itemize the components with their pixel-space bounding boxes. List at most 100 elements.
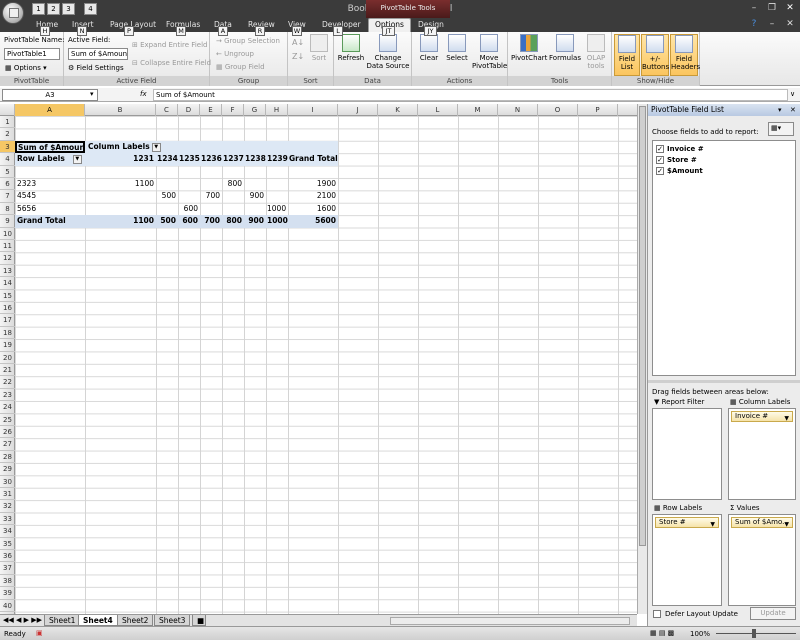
- field-name[interactable]: Store #: [667, 156, 697, 164]
- filter-dropdown-icon[interactable]: ▼: [151, 142, 161, 152]
- row-header[interactable]: 19: [0, 339, 15, 352]
- column-header[interactable]: P: [578, 104, 618, 116]
- column-header[interactable]: A: [15, 104, 85, 116]
- vertical-scrollbar[interactable]: [637, 104, 647, 614]
- clear-button[interactable]: Clear: [416, 34, 442, 62]
- row-header[interactable]: 6: [0, 178, 15, 191]
- row-header[interactable]: 10: [0, 228, 15, 240]
- zoom-slider-thumb[interactable]: [752, 629, 756, 638]
- row-total-cell[interactable]: 1900: [289, 178, 338, 190]
- column-total-cell[interactable]: 800: [223, 215, 244, 227]
- value-cell[interactable]: [179, 178, 200, 190]
- field-settings-button[interactable]: ⚙ Field Settings: [68, 64, 124, 72]
- row-header[interactable]: 1: [0, 116, 15, 129]
- office-button[interactable]: [2, 2, 24, 24]
- olap-tools-button[interactable]: OLAP tools: [582, 34, 610, 70]
- zoom-slider[interactable]: [716, 633, 796, 634]
- row-header[interactable]: 25: [0, 414, 15, 426]
- row-header[interactable]: 24: [0, 401, 15, 414]
- column-header[interactable]: E: [200, 104, 222, 116]
- ribbon-minimize-icon[interactable]: –: [764, 18, 780, 30]
- row-label[interactable]: 5656: [15, 203, 85, 215]
- row-header[interactable]: 31: [0, 488, 15, 501]
- column-header[interactable]: D: [178, 104, 200, 116]
- sheet-nav-icon[interactable]: ◀◀ ◀ ▶ ▶▶: [3, 616, 42, 624]
- row-header[interactable]: 39: [0, 587, 15, 600]
- sheet-tab[interactable]: Sheet2: [117, 615, 154, 626]
- column-key[interactable]: 1231: [86, 153, 156, 165]
- column-field-pill[interactable]: Invoice # ▼: [731, 411, 793, 422]
- pivottable-options-button[interactable]: ▦ Options ▾: [5, 64, 47, 72]
- values-field-pill[interactable]: Sum of $Amo... ▼: [731, 517, 793, 528]
- column-header[interactable]: K: [378, 104, 418, 116]
- update-button[interactable]: Update: [750, 607, 796, 620]
- help-icon[interactable]: ?: [746, 18, 762, 30]
- row-header[interactable]: 8: [0, 203, 15, 216]
- select-all-corner[interactable]: [0, 104, 15, 116]
- row-header[interactable]: 2: [0, 128, 15, 141]
- value-cell[interactable]: 500: [157, 190, 178, 202]
- column-total-cell[interactable]: 700: [201, 215, 222, 227]
- row-header[interactable]: 36: [0, 550, 15, 563]
- pivottable-name-input[interactable]: PivotTable1: [4, 48, 60, 60]
- values-area[interactable]: Sum of $Amo... ▼: [728, 514, 796, 606]
- row-total-cell[interactable]: 1600: [289, 203, 338, 215]
- column-key[interactable]: 1236: [201, 153, 222, 165]
- expand-formula-icon[interactable]: ∨: [790, 90, 795, 98]
- row-label[interactable]: 2323: [15, 178, 85, 190]
- value-cell[interactable]: [157, 178, 178, 190]
- value-cell[interactable]: [201, 178, 222, 190]
- pane-splitter[interactable]: [648, 380, 800, 383]
- insert-function-button[interactable]: fx: [140, 90, 147, 98]
- view-normal-icon[interactable]: ▦ ▤ ▩: [650, 629, 674, 637]
- column-header[interactable]: M: [458, 104, 498, 116]
- column-header[interactable]: F: [222, 104, 244, 116]
- namebox-dropdown-icon[interactable]: ▾: [90, 90, 94, 98]
- column-key[interactable]: 1239: [267, 153, 288, 165]
- column-key[interactable]: 1238: [245, 153, 266, 165]
- row-header[interactable]: 5: [0, 166, 15, 178]
- value-cell[interactable]: 900: [245, 190, 266, 202]
- value-cell[interactable]: [201, 203, 222, 215]
- column-key[interactable]: 1234: [157, 153, 178, 165]
- defer-layout-checkbox[interactable]: [653, 610, 661, 618]
- row-header[interactable]: 33: [0, 513, 15, 526]
- sort-za-icon[interactable]: Z↓: [292, 52, 304, 61]
- column-header[interactable]: I: [288, 104, 338, 116]
- row-header[interactable]: 35: [0, 538, 15, 550]
- ungroup-button[interactable]: ← Ungroup: [216, 50, 254, 58]
- report-filter-area[interactable]: [652, 408, 722, 500]
- pivot-data-header[interactable]: Sum of $Amount: [15, 141, 85, 153]
- row-header[interactable]: 18: [0, 327, 15, 340]
- grand-total-label[interactable]: Grand Total: [15, 215, 85, 227]
- column-total-cell[interactable]: 1000: [267, 215, 288, 227]
- row-header[interactable]: 17: [0, 314, 15, 327]
- scroll-thumb[interactable]: [639, 106, 646, 546]
- worksheet-grid[interactable]: A B C D E F G H I J K L M N O P 12345678…: [0, 104, 637, 614]
- zoom-level[interactable]: 100%: [690, 630, 710, 638]
- field-name[interactable]: $Amount: [667, 167, 703, 175]
- row-header[interactable]: 7: [0, 190, 15, 203]
- row-header[interactable]: 12: [0, 252, 15, 265]
- column-key[interactable]: 1235: [179, 153, 200, 165]
- sort-button[interactable]: Sort: [308, 34, 330, 62]
- value-cell[interactable]: [245, 203, 266, 215]
- pane-options-icon[interactable]: ▾: [778, 106, 782, 114]
- layout-options-button[interactable]: ▦▾: [768, 122, 794, 136]
- field-checkbox-store[interactable]: ✓: [656, 156, 664, 164]
- column-header[interactable]: B: [85, 104, 156, 116]
- row-header[interactable]: 29: [0, 463, 15, 476]
- row-header[interactable]: 14: [0, 277, 15, 290]
- macro-record-icon[interactable]: ▣: [36, 629, 43, 637]
- column-total-cell[interactable]: 500: [157, 215, 178, 227]
- change-data-source-button[interactable]: Change Data Source: [366, 34, 410, 70]
- pivotchart-button[interactable]: PivotChart: [511, 34, 547, 62]
- value-cell[interactable]: 1000: [267, 203, 288, 215]
- value-cell[interactable]: [267, 190, 288, 202]
- insert-sheet-icon[interactable]: ■: [192, 615, 206, 626]
- value-cell[interactable]: 600: [179, 203, 200, 215]
- sheet-tab-active[interactable]: Sheet4: [78, 615, 118, 626]
- field-checkbox-invoice[interactable]: ✓: [656, 145, 664, 153]
- row-field-pill[interactable]: Store # ▼: [655, 517, 719, 528]
- row-header[interactable]: 37: [0, 562, 15, 575]
